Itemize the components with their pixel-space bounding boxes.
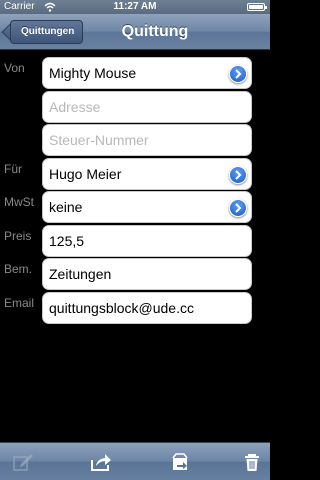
row-bem: Bem. Zeitungen <box>0 258 270 290</box>
trash-icon[interactable] <box>243 452 265 472</box>
preis-label: Preis <box>4 229 32 243</box>
compose-icon[interactable] <box>12 452 34 472</box>
bem-value: Zeitungen <box>49 266 112 282</box>
fuer-field[interactable]: Hugo Meier <box>42 158 252 190</box>
row-steuer: Steuer-Nummer <box>0 124 270 156</box>
mwst-field[interactable]: keine <box>42 191 252 223</box>
status-bar: Carrier 11:27 AM <box>0 0 270 14</box>
preis-value: 125,5 <box>49 233 85 249</box>
back-button-label: Quittungen <box>21 26 75 37</box>
adresse-input[interactable]: Adresse <box>42 91 252 123</box>
chevron-right-icon <box>235 203 242 213</box>
steuer-nummer-placeholder: Steuer-Nummer <box>49 132 149 148</box>
page-title: Quittung <box>121 23 189 40</box>
screen: Carrier 11:27 AM Quittungen Quittung Von… <box>0 0 270 480</box>
von-field[interactable]: Mighty Mouse <box>42 57 252 89</box>
battery-icon <box>247 3 267 11</box>
mwst-value: keine <box>49 199 83 215</box>
bottom-toolbar <box>0 442 270 480</box>
fuer-label: Für <box>4 162 22 176</box>
email-value: quittungsblock@ude.cc <box>49 300 194 316</box>
email-input[interactable]: quittungsblock@ude.cc <box>42 292 252 324</box>
row-fuer: Für Hugo Meier <box>0 158 270 190</box>
row-email: Email quittungsblock@ude.cc <box>0 292 270 324</box>
von-value: Mighty Mouse <box>49 65 137 81</box>
bem-label: Bem. <box>4 262 33 276</box>
row-mwst: MwSt keine <box>0 191 270 223</box>
chevron-right-icon <box>235 170 242 180</box>
row-von: Von Mighty Mouse <box>0 57 270 89</box>
share-icon[interactable] <box>90 452 112 472</box>
fuer-value: Hugo Meier <box>49 166 122 182</box>
mwst-disclosure-button[interactable] <box>229 199 247 217</box>
export-icon[interactable] <box>170 452 192 472</box>
email-label: Email <box>4 296 35 310</box>
adresse-placeholder: Adresse <box>49 99 101 115</box>
chevron-right-icon <box>235 69 242 79</box>
von-label: Von <box>4 61 25 75</box>
clock: 11:27 AM <box>113 1 157 12</box>
bemerkung-input[interactable]: Zeitungen <box>42 258 252 290</box>
back-button[interactable]: Quittungen <box>10 20 84 44</box>
steuer-nummer-input[interactable]: Steuer-Nummer <box>42 124 252 156</box>
row-adresse: Adresse <box>0 91 270 123</box>
navigation-bar: Quittungen Quittung <box>0 14 270 50</box>
von-disclosure-button[interactable] <box>229 65 247 83</box>
row-preis: Preis 125,5 <box>0 225 270 257</box>
mwst-label: MwSt <box>4 195 34 209</box>
preis-input[interactable]: 125,5 <box>42 225 252 257</box>
fuer-disclosure-button[interactable] <box>229 166 247 184</box>
